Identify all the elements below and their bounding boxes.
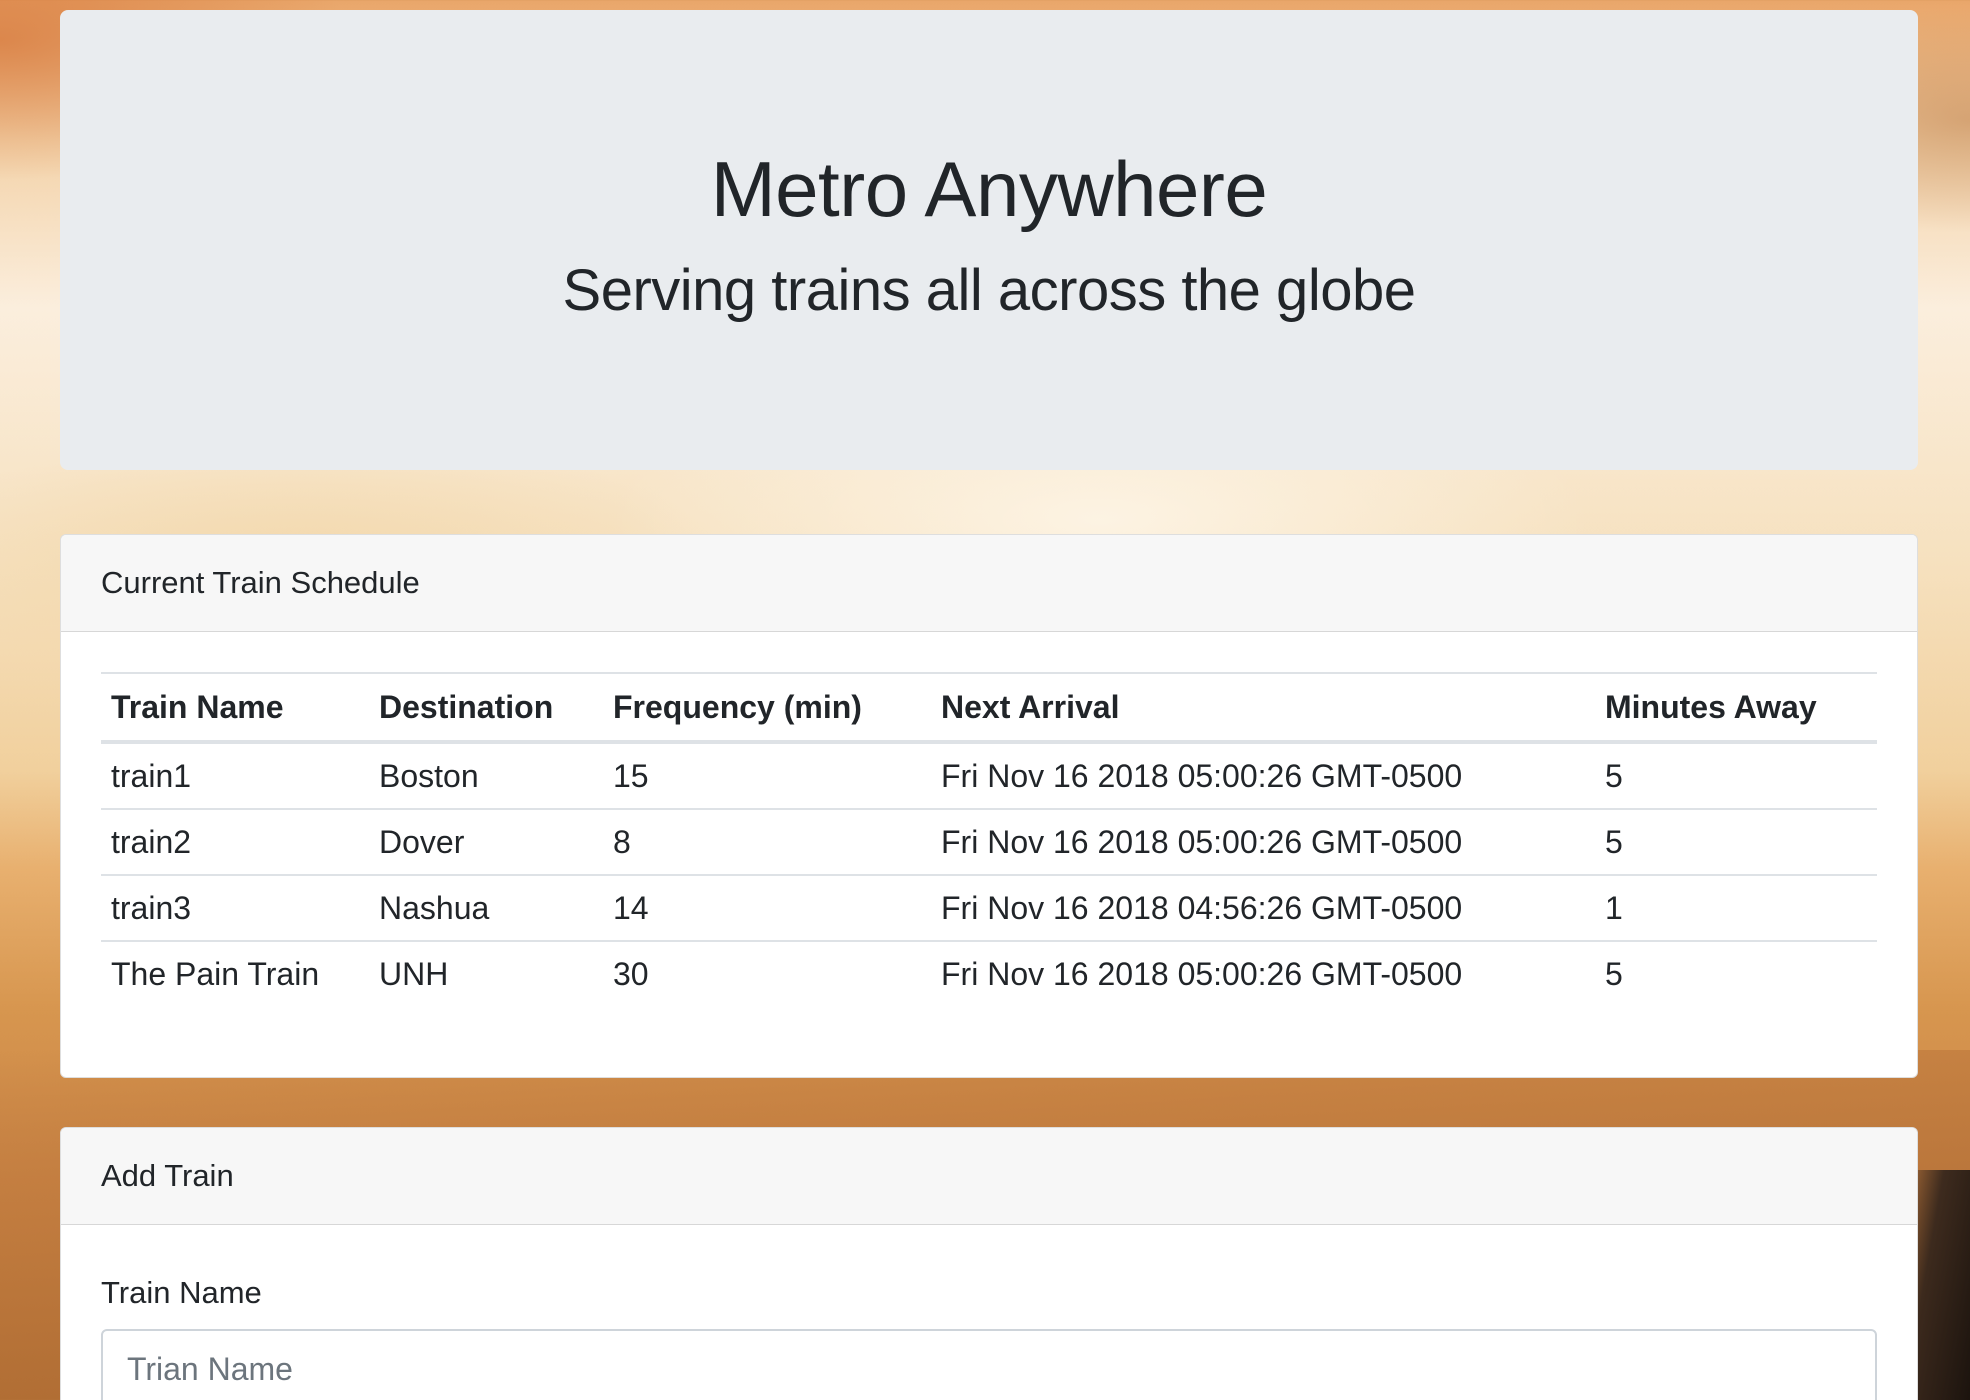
cell-train-name: train3 bbox=[101, 875, 369, 942]
cell-train-name: train1 bbox=[101, 742, 369, 810]
table-row: train1 Boston 15 Fri Nov 16 2018 05:00:2… bbox=[101, 742, 1877, 810]
jumbotron: Metro Anywhere Serving trains all across… bbox=[60, 10, 1918, 470]
cell-minutes-away: 5 bbox=[1605, 955, 1623, 992]
schedule-table: Train Name Destination Frequency (min) N… bbox=[101, 672, 1877, 1006]
cell-next-arrival: Fri Nov 16 2018 05:00:26 GMT-0500 bbox=[931, 742, 1595, 810]
column-header-train-name: Train Name bbox=[101, 673, 369, 744]
add-train-card-header: Add Train bbox=[61, 1128, 1917, 1225]
cell-minutes-away: 5 bbox=[1595, 742, 1877, 810]
page-title: Metro Anywhere bbox=[710, 145, 1268, 233]
table-row: train2 Dover 8 Fri Nov 16 2018 05:00:26 … bbox=[101, 809, 1877, 876]
cell-destination: Boston bbox=[369, 742, 603, 810]
cell-minutes-away: 5 bbox=[1595, 809, 1877, 876]
cell-frequency: 30 bbox=[613, 955, 649, 992]
schedule-card: Current Train Schedule Train Name Destin… bbox=[60, 534, 1918, 1078]
cell-frequency: 15 bbox=[603, 742, 931, 810]
column-header-frequency: Frequency (min) bbox=[603, 673, 931, 744]
cell-train-name: The Pain Train bbox=[111, 955, 320, 992]
cell-next-arrival: Fri Nov 16 2018 05:00:26 GMT-0500 bbox=[941, 955, 1463, 992]
schedule-card-header: Current Train Schedule bbox=[61, 535, 1917, 632]
cell-destination: Nashua bbox=[369, 875, 603, 942]
cell-destination: Dover bbox=[369, 809, 603, 876]
cell-next-arrival: Fri Nov 16 2018 04:56:26 GMT-0500 bbox=[931, 875, 1595, 942]
cell-minutes-away: 1 bbox=[1595, 875, 1877, 942]
page-subtitle: Serving trains all across the globe bbox=[562, 258, 1416, 323]
column-header-destination: Destination bbox=[369, 673, 603, 744]
column-header-minutes-away: Minutes Away bbox=[1595, 673, 1877, 744]
cell-next-arrival: Fri Nov 16 2018 05:00:26 GMT-0500 bbox=[931, 809, 1595, 876]
column-header-next-arrival: Next Arrival bbox=[931, 673, 1595, 744]
table-header-row: Train Name Destination Frequency (min) N… bbox=[101, 673, 1877, 744]
cell-train-name: train2 bbox=[101, 809, 369, 876]
add-train-card: Add Train Train Name bbox=[60, 1127, 1918, 1400]
train-name-label: Train Name bbox=[101, 1275, 262, 1310]
train-name-input[interactable] bbox=[101, 1329, 1877, 1400]
cell-frequency: 8 bbox=[603, 809, 931, 876]
table-row: train3 Nashua 14 Fri Nov 16 2018 04:56:2… bbox=[101, 875, 1877, 942]
add-train-card-body: Train Name bbox=[61, 1225, 1917, 1400]
cell-frequency: 14 bbox=[603, 875, 931, 942]
cell-destination: UNH bbox=[379, 955, 449, 992]
schedule-card-body: Train Name Destination Frequency (min) N… bbox=[61, 632, 1917, 1006]
add-train-card-title: Add Train bbox=[101, 1158, 234, 1193]
table-row: The Pain Train UNH 30 Fri Nov 16 2018 05… bbox=[101, 941, 1877, 1006]
schedule-card-title: Current Train Schedule bbox=[101, 565, 420, 600]
